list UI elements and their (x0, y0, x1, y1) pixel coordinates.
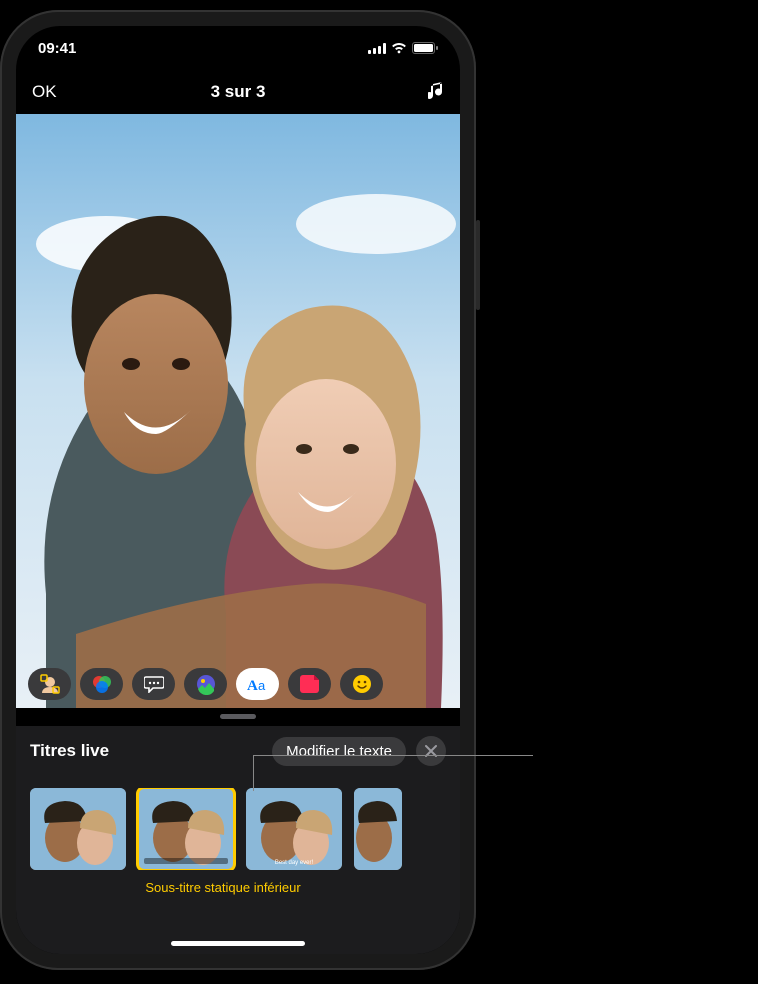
ok-button[interactable]: OK (32, 82, 57, 102)
sticker-icon (300, 674, 320, 694)
wifi-icon (391, 42, 407, 54)
svg-text:A: A (247, 678, 258, 692)
iphone-frame: 09:41 OK 3 sur 3 (0, 10, 476, 970)
memoji-button[interactable] (28, 668, 71, 700)
screen: 09:41 OK 3 sur 3 (16, 26, 460, 954)
filters-icon (91, 673, 113, 695)
filters-button[interactable] (80, 668, 123, 700)
svg-text:a: a (258, 678, 266, 692)
panel-title: Titres live (30, 741, 262, 761)
battery-icon (412, 42, 438, 54)
photos-button[interactable] (184, 668, 227, 700)
text-style-button[interactable]: Aa (236, 668, 279, 700)
emoji-icon (352, 674, 372, 694)
title-style-option-selected[interactable] (138, 788, 234, 870)
annotation-callout-line (253, 755, 533, 756)
cellular-signal-icon (368, 43, 386, 54)
memoji-icon (39, 673, 61, 695)
title-style-thumbnails[interactable]: Best day ever! (16, 788, 460, 870)
clip-preview[interactable]: Aa (16, 114, 460, 708)
thumb-preview-icon (354, 788, 402, 870)
text-style-icon: Aa (247, 676, 269, 692)
svg-text:Best day ever!: Best day ever! (275, 860, 314, 866)
live-titles-panel: Titres live Modifier le texte Best day e… (16, 726, 460, 954)
title-style-option[interactable]: Best day ever! (246, 788, 342, 870)
status-indicators (368, 42, 438, 54)
speech-bubble-icon (144, 675, 164, 693)
title-style-option[interactable] (354, 788, 402, 870)
photo-illustration (16, 114, 460, 708)
selected-style-label: Sous-titre statique inférieur (16, 880, 460, 895)
thumb-preview-icon (30, 788, 126, 870)
stickers-button[interactable] (288, 668, 331, 700)
caption-overlay-icon (144, 858, 228, 864)
home-indicator[interactable] (171, 941, 305, 946)
title-style-option[interactable] (30, 788, 126, 870)
speech-bubble-button[interactable] (132, 668, 175, 700)
page-title: 3 sur 3 (211, 82, 266, 102)
thumb-preview-icon: Best day ever! (246, 788, 342, 870)
edit-text-button[interactable]: Modifier le texte (272, 737, 406, 766)
emoji-button[interactable] (340, 668, 383, 700)
photos-icon (195, 673, 217, 695)
panel-grabber[interactable] (220, 714, 256, 719)
notch (145, 26, 331, 56)
music-note-icon (428, 82, 444, 102)
effects-toolbar: Aa (16, 668, 460, 700)
close-panel-button[interactable] (416, 736, 446, 766)
nav-bar: OK 3 sur 3 (16, 70, 460, 114)
panel-header: Titres live Modifier le texte (16, 736, 460, 766)
status-time: 09:41 (38, 40, 76, 57)
power-button (476, 220, 480, 310)
music-button[interactable] (420, 82, 444, 102)
